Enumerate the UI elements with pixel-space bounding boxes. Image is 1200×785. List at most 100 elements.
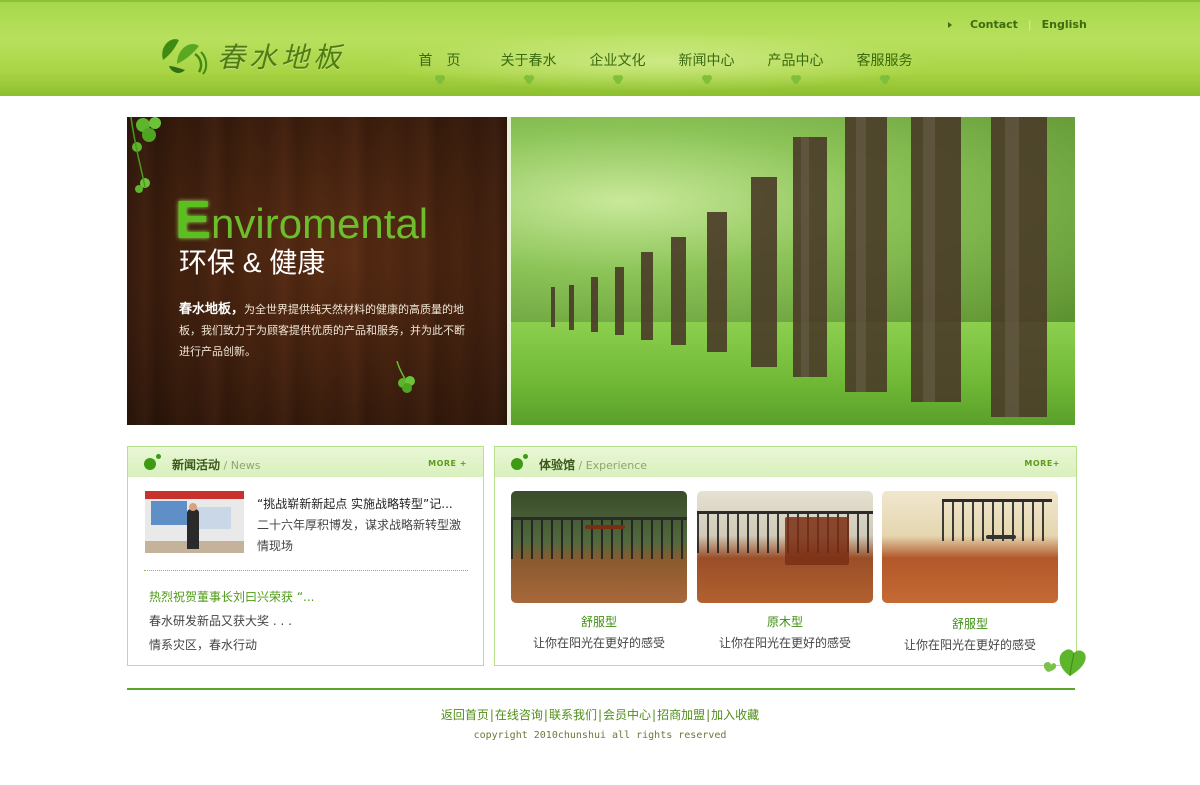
nav-item-service[interactable]: 客服服务 [840, 50, 929, 84]
clover-icon [612, 75, 623, 84]
footer-divider [127, 688, 1075, 690]
thumb-person-head [189, 503, 197, 511]
news-panel-title: 新闻活动 / News [172, 456, 260, 473]
news-list-item[interactable]: 春水研发新品又获大奖 . . . [149, 609, 314, 633]
english-link[interactable]: English [1042, 18, 1087, 31]
experience-photo[interactable] [882, 491, 1058, 603]
nav-item-label: 企业文化 [589, 53, 646, 69]
footer-links: 返回首页|在线咨询|联系我们|会员中心|招商加盟|加入收藏 [0, 706, 1200, 723]
footer-link-home[interactable]: 返回首页 [441, 708, 489, 722]
railing-top [942, 499, 1052, 502]
thumb-banner [145, 491, 244, 499]
footer-separator: | [597, 708, 603, 722]
experience-item-desc: 让你在阳光在更好的感受 [903, 638, 1036, 652]
nav-item-label: 首 页 [418, 53, 461, 69]
thumb-person [187, 509, 199, 549]
banner-description: 春水地板，为全世界提供纯天然材料的健康的高质量的地板，我们致力于为顾客提供优质的… [179, 299, 469, 362]
experience-panel-header: 体验馆 / Experience MORE+ [495, 447, 1076, 477]
footer-separator: | [489, 708, 494, 722]
bullet-dot-small-icon [156, 454, 161, 459]
footer-separator: | [706, 708, 711, 722]
nav-item-label: 客服服务 [856, 53, 913, 69]
banner-text-area: Enviromental 环保 & 健康 春水地板，为全世界提供纯天然材料的健康… [127, 117, 507, 425]
nav-item-home[interactable]: 首 页 [395, 50, 484, 84]
experience-title-cn: 体验馆 [539, 458, 576, 472]
news-more-link[interactable]: MORE + [428, 459, 467, 468]
news-title-en: News [230, 459, 261, 472]
experience-panel-title: 体验馆 / Experience [539, 456, 647, 473]
clover-icon [701, 75, 712, 84]
table-image [986, 535, 1016, 539]
experience-item[interactable]: 舒服型 让你在阳光在更好的感受 [511, 491, 687, 651]
experience-panel: 体验馆 / Experience MORE+ 舒服型 让你在阳光在更好的感受 原… [494, 446, 1077, 666]
footer-link-consult[interactable]: 在线咨询 [495, 708, 543, 722]
top-links: Contact | English [948, 18, 1087, 31]
news-list: 热烈祝贺董事长刘曰兴荣获 “... 春水研发新品又获大奖 . . . 情系灾区，… [149, 585, 314, 657]
main-nav: 首 页 关于春水 企业文化 新闻中心 产品中心 客服服务 [395, 50, 929, 84]
nav-item-label: 产品中心 [767, 53, 824, 69]
news-featured-desc: 二十六年厚积博发，谋求战略新转型激情现场 [257, 518, 462, 553]
site-logo[interactable]: 春水地板 [155, 30, 365, 82]
footer-link-favorite[interactable]: 加入收藏 [711, 708, 759, 722]
clover-icon [879, 75, 890, 84]
footer-link-member[interactable]: 会员中心 [603, 708, 651, 722]
experience-item-desc: 让你在阳光在更好的感受 [718, 636, 851, 650]
banner-subtitle: 环保 & 健康 [179, 247, 326, 278]
railing-top [511, 517, 687, 520]
experience-item-name: 舒服型 [580, 615, 617, 629]
news-panel: 新闻活动 / News MORE + “挑战崭新新起点 实施战略转型”记... … [127, 446, 484, 666]
dotted-divider [144, 570, 468, 571]
thumb-screen-2 [195, 507, 231, 529]
clover-corner-icon [130, 117, 161, 193]
nav-item-about[interactable]: 关于春水 [484, 50, 573, 84]
footer-separator: | [543, 708, 548, 722]
experience-item[interactable]: 舒服型 让你在阳光在更好的感受 [882, 491, 1058, 653]
bench-image [785, 517, 849, 565]
leaf-decoration-icon [1043, 649, 1086, 677]
nav-item-products[interactable]: 产品中心 [751, 50, 840, 84]
experience-photo[interactable] [697, 491, 873, 603]
news-thumbnail[interactable] [145, 491, 244, 553]
site-header: 春水地板 Contact | English 首 页 关于春水 企业文化 新闻中… [0, 0, 1200, 96]
railing-top [697, 511, 873, 514]
banner-desc-brand: 春水地板， [179, 302, 245, 317]
footer-link-contact[interactable]: 联系我们 [549, 708, 597, 722]
news-featured-title[interactable]: “挑战崭新新起点 实施战略转型”记... [257, 495, 453, 512]
contact-link[interactable]: Contact [970, 18, 1018, 31]
title-slash: / [575, 459, 586, 472]
thumb-screen [151, 501, 187, 525]
arrow-right-icon [948, 21, 952, 28]
bullet-dot-icon [144, 458, 156, 470]
news-panel-header: 新闻活动 / News MORE + [128, 447, 483, 477]
experience-more-link[interactable]: MORE+ [1024, 459, 1060, 468]
news-title-cn: 新闻活动 [172, 458, 221, 472]
bullet-dot-small-icon [523, 454, 528, 459]
logo-text: 春水地板 [217, 41, 346, 74]
table-image [585, 525, 625, 529]
nav-item-news[interactable]: 新闻中心 [662, 50, 751, 84]
experience-item-name: 舒服型 [951, 617, 988, 631]
nav-item-label: 新闻中心 [678, 53, 735, 69]
clover-icon [396, 361, 415, 393]
clover-icon [523, 75, 534, 84]
clover-icon [434, 75, 445, 84]
footer-link-franchise[interactable]: 招商加盟 [657, 708, 705, 722]
experience-item-desc: 让你在阳光在更好的感受 [532, 636, 665, 650]
bullet-dot-icon [511, 458, 523, 470]
hero-banner: Enviromental 环保 & 健康 春水地板，为全世界提供纯天然材料的健康… [127, 117, 1075, 425]
banner-title-rest: nviromental [211, 200, 429, 247]
tree-trunks-image [551, 117, 1047, 417]
nav-item-culture[interactable]: 企业文化 [573, 50, 662, 84]
top-links-separator: | [1027, 18, 1032, 31]
experience-item-name: 原木型 [766, 615, 803, 629]
leaf-logo-icon [162, 39, 208, 75]
forest-photo [511, 117, 1075, 425]
nav-item-label: 关于春水 [500, 53, 557, 69]
news-list-item[interactable]: 热烈祝贺董事长刘曰兴荣获 “... [149, 585, 314, 609]
copyright-text: copyright 2010chunshui all rights reserv… [473, 730, 727, 741]
news-list-item[interactable]: 情系灾区，春水行动 [149, 633, 314, 657]
footer-separator: | [652, 708, 657, 722]
experience-item[interactable]: 原木型 让你在阳光在更好的感受 [697, 491, 873, 651]
title-slash: / [220, 459, 231, 472]
experience-photo[interactable] [511, 491, 687, 603]
